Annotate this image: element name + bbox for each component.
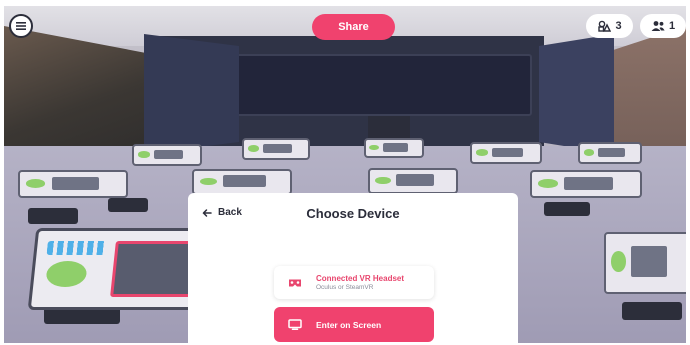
lectern	[368, 116, 410, 140]
right-wall-panel	[539, 34, 614, 154]
option-subtitle: Oculus or SteamVR	[316, 284, 374, 291]
monitor-icon	[288, 319, 302, 330]
option-title: Enter on Screen	[316, 319, 382, 330]
vr-headset-icon	[289, 279, 301, 286]
menu-button[interactable]	[9, 14, 33, 38]
hamburger-menu-icon	[16, 22, 26, 30]
users-icon	[651, 21, 665, 31]
shapes-icon	[598, 20, 612, 32]
desk	[18, 170, 128, 198]
choose-device-dialog: Back Choose Device Connected VR Headset …	[188, 193, 518, 345]
users-count-button[interactable]: 1	[640, 14, 686, 38]
connected-vr-headset-option[interactable]: Connected VR Headset Oculus or SteamVR	[274, 266, 434, 299]
chair	[544, 202, 590, 216]
users-count: 1	[668, 20, 676, 32]
desk	[192, 169, 292, 195]
desk	[530, 170, 642, 198]
chair	[108, 198, 148, 212]
desk	[132, 144, 202, 166]
desk	[470, 142, 542, 164]
desk	[604, 232, 686, 294]
desk	[242, 138, 310, 160]
wall-screen	[232, 54, 532, 116]
enter-on-screen-button[interactable]: Enter on Screen	[274, 307, 434, 342]
objects-count-button[interactable]: 3	[586, 14, 633, 38]
share-button[interactable]: Share	[312, 14, 395, 40]
desk	[364, 138, 424, 158]
desk	[578, 142, 642, 164]
dialog-title: Choose Device	[306, 206, 400, 221]
chair	[28, 208, 78, 224]
objects-count: 3	[615, 20, 622, 32]
option-title: Connected VR Headset	[316, 274, 405, 283]
chair	[622, 302, 682, 320]
desk	[368, 168, 458, 194]
left-wall-panel	[144, 34, 239, 154]
